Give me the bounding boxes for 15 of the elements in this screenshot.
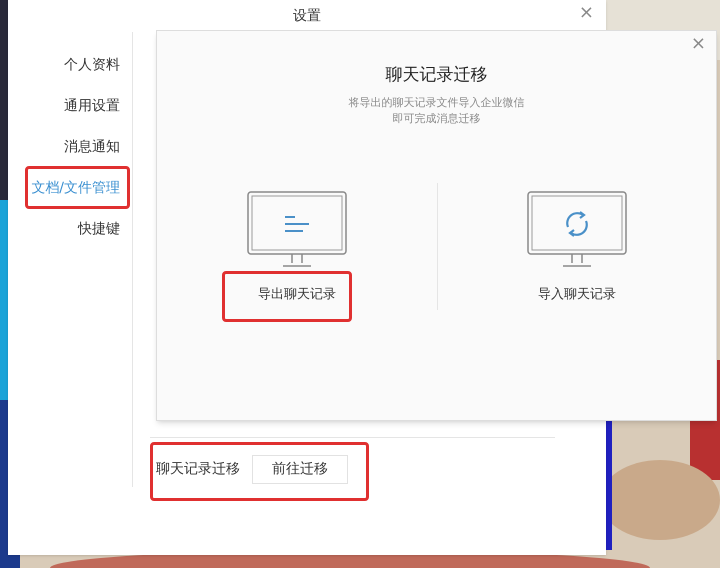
option-button[interactable]: 导出聊天记录 — [258, 284, 336, 304]
sidebar-item[interactable]: 通用设置 — [64, 95, 120, 118]
dialog-subtitle: 将导出的聊天记录文件导入企业微信 — [348, 94, 524, 110]
sidebar-item[interactable]: 消息通知 — [64, 136, 120, 159]
dialog-subtitle: 即可完成消息迁移 — [392, 110, 480, 126]
dialog-title: 聊天记录迁移 — [386, 64, 488, 87]
close-button[interactable]: × — [574, 4, 598, 22]
migrate-button[interactable]: 前往迁移 — [252, 455, 348, 484]
option-button[interactable]: 导入聊天记录 — [538, 284, 616, 304]
sidebar-item[interactable]: 个人资料 — [64, 54, 120, 77]
setting-label: 聊天记录迁移 — [156, 460, 240, 479]
window-title: 设置 — [293, 6, 321, 26]
monitor-icon — [526, 190, 627, 268]
monitor-icon — [246, 190, 347, 268]
sidebar-item[interactable]: 快捷键 — [78, 218, 120, 241]
